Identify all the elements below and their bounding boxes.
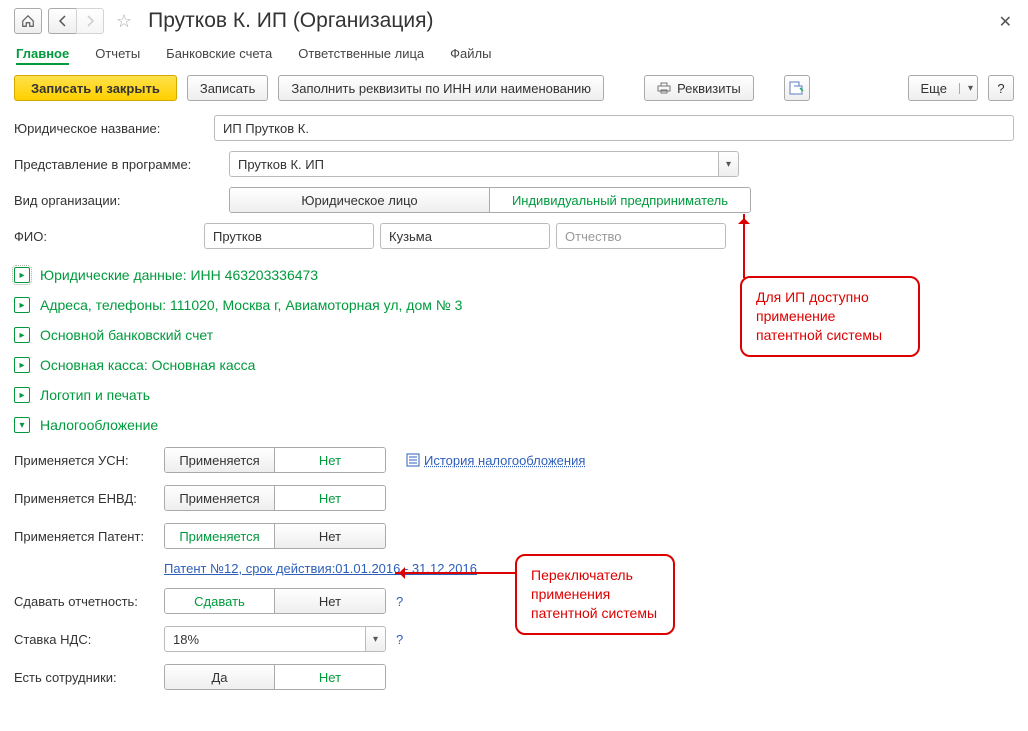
usn-no[interactable]: Нет — [275, 448, 385, 472]
nav-forward-button — [76, 8, 104, 34]
report-label: Сдавать отчетность: — [14, 594, 164, 609]
patent-no[interactable]: Нет — [275, 524, 385, 548]
usn-apply[interactable]: Применяется — [165, 448, 275, 472]
nds-label: Ставка НДС: — [14, 632, 164, 647]
annotation-callout-1: Для ИП доступно применение патентной сис… — [740, 276, 920, 357]
close-icon[interactable]: ✕ — [999, 12, 1012, 32]
patent-apply[interactable]: Применяется — [165, 524, 275, 548]
help-button[interactable]: ? — [988, 75, 1014, 101]
report-no[interactable]: Нет — [275, 589, 385, 613]
chevron-down-icon: ▾ — [959, 83, 973, 94]
legal-name-input[interactable] — [214, 115, 1014, 141]
template-button[interactable] — [784, 75, 810, 101]
section-legal-data[interactable]: Юридические данные: ИНН 463203336473 — [40, 267, 318, 283]
envd-label: Применяется ЕНВД: — [14, 491, 164, 506]
section-tax[interactable]: Налогообложение — [40, 417, 158, 433]
tab-reports[interactable]: Отчеты — [95, 44, 140, 65]
nds-help-icon[interactable]: ? — [396, 632, 403, 647]
expand-addresses-icon[interactable]: ▸ — [14, 297, 30, 313]
save-button[interactable]: Записать — [187, 75, 269, 101]
tab-files[interactable]: Файлы — [450, 44, 491, 65]
org-type-segmented: Юридическое лицо Индивидуальный предприн… — [229, 187, 751, 213]
envd-apply[interactable]: Применяется — [165, 486, 275, 510]
section-cash[interactable]: Основная касса: Основная касса — [40, 357, 255, 373]
fio-label: ФИО: — [14, 229, 204, 244]
report-submit[interactable]: Сдавать — [165, 589, 275, 613]
expand-logo-icon[interactable]: ▸ — [14, 387, 30, 403]
more-button[interactable]: Еще ▾ — [908, 75, 978, 101]
collapse-tax-icon[interactable]: ▾ — [14, 417, 30, 433]
usn-segmented: Применяется Нет — [164, 447, 386, 473]
usn-label: Применяется УСН: — [14, 453, 164, 468]
save-and-close-button[interactable]: Записать и закрыть — [14, 75, 177, 101]
representation-label: Представление в программе: — [14, 157, 229, 172]
report-segmented: Сдавать Нет — [164, 588, 386, 614]
favorite-star-icon[interactable]: ☆ — [110, 11, 138, 32]
home-button[interactable] — [14, 8, 42, 34]
patent-label: Применяется Патент: — [14, 529, 164, 544]
representation-input[interactable] — [229, 151, 739, 177]
report-help-icon[interactable]: ? — [396, 594, 403, 609]
patronymic-input[interactable] — [556, 223, 726, 249]
nav-back-button[interactable] — [48, 8, 76, 34]
org-type-label: Вид организации: — [14, 193, 229, 208]
envd-no[interactable]: Нет — [275, 486, 385, 510]
tab-main[interactable]: Главное — [16, 44, 69, 65]
tab-responsible[interactable]: Ответственные лица — [298, 44, 424, 65]
envd-segmented: Применяется Нет — [164, 485, 386, 511]
section-logo[interactable]: Логотип и печать — [40, 387, 150, 403]
nds-dropdown-icon[interactable]: ▾ — [365, 627, 385, 651]
employees-label: Есть сотрудники: — [14, 670, 164, 685]
printer-icon — [657, 82, 671, 94]
expand-cash-icon[interactable]: ▸ — [14, 357, 30, 373]
legal-name-label: Юридическое название: — [14, 121, 214, 136]
seg-legal-person[interactable]: Юридическое лицо — [230, 188, 490, 212]
requisites-button[interactable]: Реквизиты — [644, 75, 754, 101]
page-title: Прутков К. ИП (Организация) — [148, 9, 433, 33]
seg-individual[interactable]: Индивидуальный предприниматель — [490, 188, 750, 212]
representation-dropdown-icon[interactable]: ▾ — [718, 152, 738, 176]
expand-bank-icon[interactable]: ▸ — [14, 327, 30, 343]
expand-legal-data-icon[interactable]: ▸ — [14, 267, 30, 283]
surname-input[interactable] — [204, 223, 374, 249]
fill-requisites-button[interactable]: Заполнить реквизиты по ИНН или наименова… — [278, 75, 604, 101]
name-input[interactable] — [380, 223, 550, 249]
patent-segmented: Применяется Нет — [164, 523, 386, 549]
document-icon — [789, 81, 805, 95]
section-bank[interactable]: Основной банковский счет — [40, 327, 213, 343]
tab-bar: Главное Отчеты Банковские счета Ответств… — [14, 44, 1014, 65]
tab-bank-accounts[interactable]: Банковские счета — [166, 44, 272, 65]
nds-select[interactable] — [164, 626, 386, 652]
annotation-callout-2: Переключатель применения патентной систе… — [515, 554, 675, 635]
annotation-arrow-2 — [395, 572, 517, 574]
section-addresses[interactable]: Адреса, телефоны: 111020, Москва г, Авиа… — [40, 297, 462, 313]
employees-yes[interactable]: Да — [165, 665, 275, 689]
annotation-arrow-1 — [743, 214, 745, 278]
employees-no[interactable]: Нет — [275, 665, 385, 689]
tax-history-link[interactable]: История налогообложения — [424, 453, 585, 468]
history-icon — [406, 453, 420, 467]
employees-segmented: Да Нет — [164, 664, 386, 690]
